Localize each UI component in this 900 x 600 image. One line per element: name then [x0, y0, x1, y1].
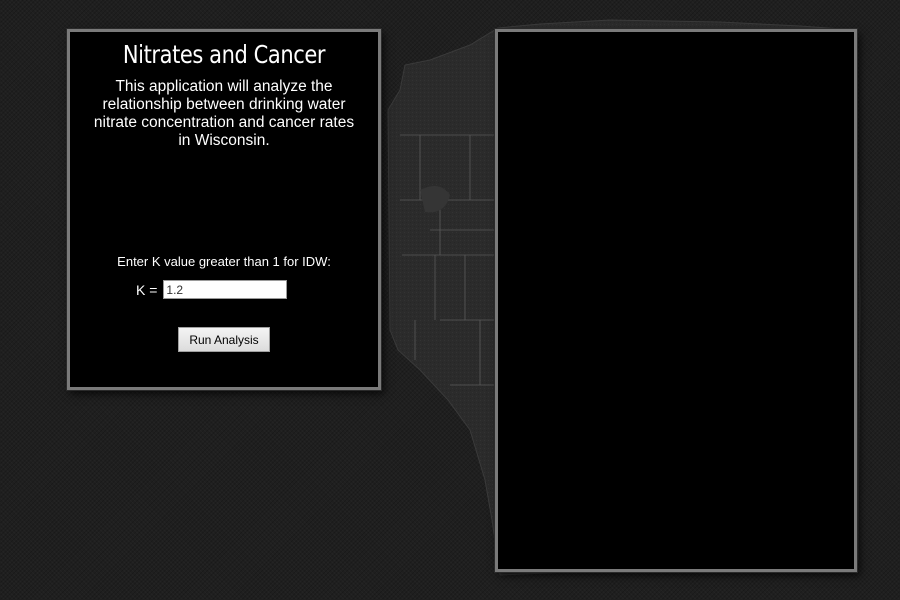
run-analysis-button[interactable]: Run Analysis: [178, 327, 270, 352]
k-label: K =: [136, 281, 158, 298]
k-value-input[interactable]: [163, 280, 288, 299]
k-value-prompt: Enter K value greater than 1 for IDW:: [117, 254, 331, 269]
app-title: Nitrates and Cancer: [122, 40, 326, 69]
results-map-panel: [495, 29, 857, 572]
app-description: This application will analyze the relati…: [93, 78, 355, 149]
info-panel: Nitrates and Cancer This application wil…: [67, 29, 381, 390]
k-input-row: K =: [136, 280, 288, 299]
